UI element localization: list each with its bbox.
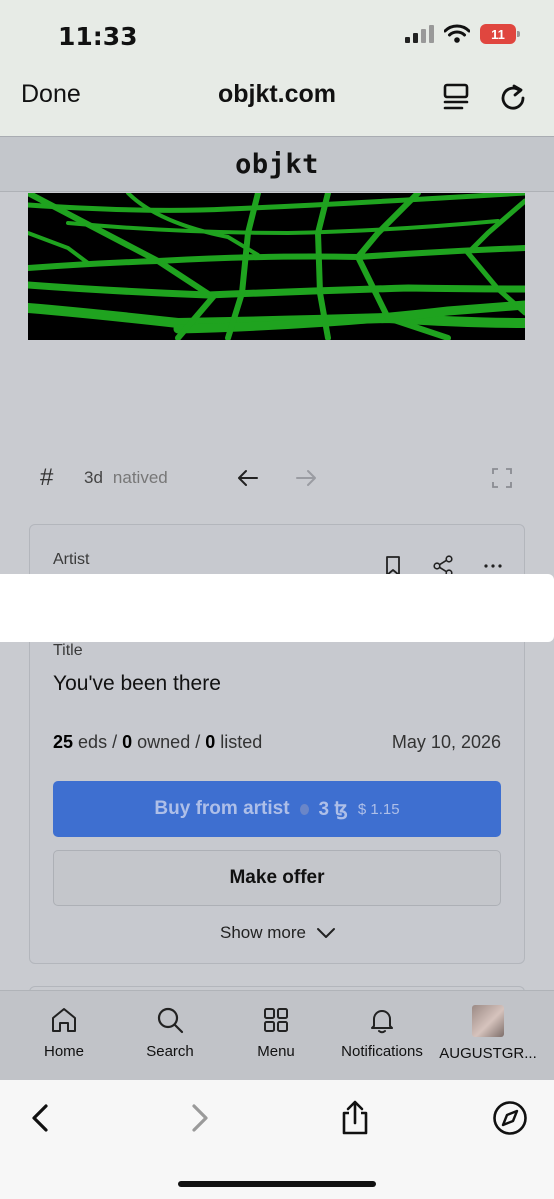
nav-menu-label: Menu [257,1043,295,1060]
home-icon [52,1008,76,1032]
hash-icon: # [40,464,54,491]
share-sheet-icon[interactable] [337,1100,373,1136]
chevron-down-icon [316,928,335,938]
site-logo[interactable]: objkt [235,149,319,180]
nav-search-label: Search [146,1043,194,1060]
nav-notifications[interactable]: Notifications [327,1005,437,1060]
reload-icon[interactable] [498,82,528,112]
stats-separator: / [112,732,118,752]
home-indicator [178,1181,376,1187]
battery-icon: 11 [480,24,520,44]
editions-count: 25 [53,732,74,752]
buy-from-artist-button[interactable]: Buy from artist 3 ꜩ $ 1.15 [53,781,501,837]
search-icon [157,1007,184,1034]
site-bottom-nav: Home Search Menu Notifications AUGUSTGR.… [0,990,554,1080]
back-chevron-icon[interactable] [22,1100,58,1136]
nav-home[interactable]: Home [9,1005,119,1060]
buy-price-usd: $ 1.15 [357,800,400,818]
mint-date: May 10, 2026 [391,732,501,752]
forward-chevron-icon[interactable] [182,1100,218,1136]
artwork-image[interactable] [28,193,525,340]
nav-search[interactable]: Search [115,1005,225,1060]
owned-count: 0 [122,732,133,752]
status-time: 11:33 [58,22,138,51]
tag-3d[interactable]: 3d [84,468,103,488]
tezos-drop-icon [299,803,309,815]
green-web-artwork [28,193,525,340]
show-more-label: Show more [220,923,306,942]
title-label: Title [53,642,83,659]
edition-stats: 25 eds / 0 owned / 0 listed [53,732,262,753]
compass-icon[interactable] [492,1100,528,1136]
wifi-icon [444,24,470,43]
fullscreen-icon[interactable] [492,468,512,488]
listed-label: listed [220,732,263,752]
url-host[interactable]: objkt.com [0,80,554,109]
owned-label: owned [137,732,191,752]
nav-account[interactable]: AUGUSTGR... [433,1005,543,1062]
show-more-toggle[interactable]: Show more [30,923,526,943]
nav-account-label: AUGUSTGR... [439,1045,537,1062]
editions-label: eds [78,732,108,752]
tag-natived[interactable]: natived [113,468,168,488]
stats-separator: / [195,732,201,752]
buy-label: Buy from artist [154,798,290,819]
arrow-left-icon[interactable] [236,466,260,490]
token-title: You've been there [53,672,221,695]
nav-home-label: Home [43,1043,84,1060]
status-icons: 11 [405,24,520,44]
reader-tabs-icon[interactable] [442,82,470,112]
grid-menu-icon [264,1008,288,1032]
avatar [472,1005,504,1037]
bell-icon [371,1010,393,1034]
nav-notifications-label: Notifications [341,1043,423,1060]
nav-menu[interactable]: Menu [221,1005,331,1060]
artist-label: Artist [53,551,90,568]
cellular-signal-icon [405,25,434,43]
make-offer-button[interactable]: Make offer [53,850,501,906]
site-header: objkt [0,136,554,192]
arrow-right-icon[interactable] [294,466,318,490]
redaction-bar [0,574,554,642]
battery-level: 11 [491,26,505,42]
buy-price: 3 ꜩ [318,798,348,820]
browser-top-bar: 11:33 11 Done objkt.com [0,0,554,136]
tags-row: # 3d natived [40,462,514,494]
listed-count: 0 [205,732,216,752]
